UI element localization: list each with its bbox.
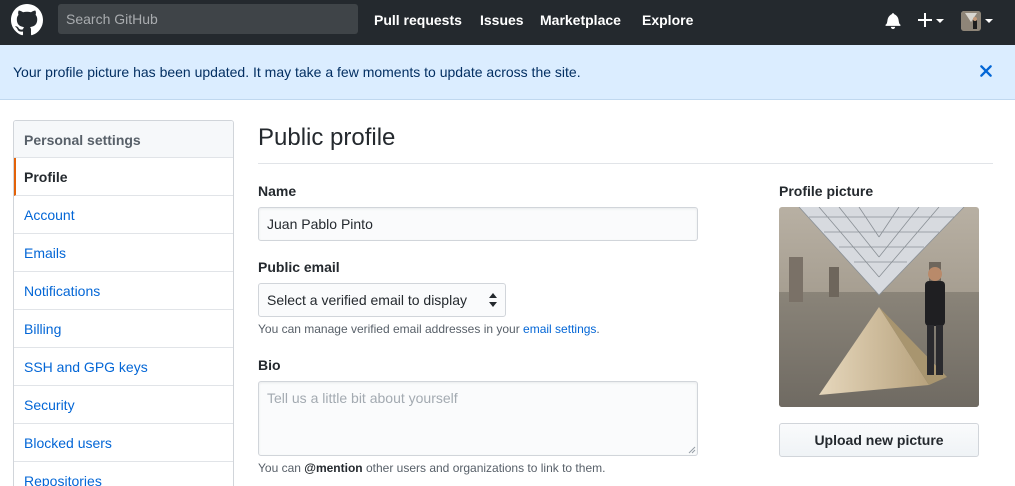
flash-message: Your profile picture has been updated. I… xyxy=(13,64,581,80)
name-field[interactable]: Juan Pablo Pinto xyxy=(258,207,698,241)
settings-sidebar: Personal settings Profile Account Emails… xyxy=(13,120,234,486)
public-email-select[interactable]: Select a verified email to display xyxy=(258,283,506,317)
select-arrows-icon xyxy=(489,293,497,307)
sidebar-item-emails[interactable]: Emails xyxy=(14,234,233,272)
bell-icon[interactable] xyxy=(885,12,901,29)
sidebar-item-security[interactable]: Security xyxy=(14,386,233,424)
sidebar-heading: Personal settings xyxy=(14,121,233,158)
github-logo-icon[interactable] xyxy=(11,4,43,36)
flash-notice: Your profile picture has been updated. I… xyxy=(0,45,1015,100)
public-email-label: Public email xyxy=(258,259,340,275)
sidebar-item-blocked-users[interactable]: Blocked users xyxy=(14,424,233,462)
resize-grip-icon[interactable] xyxy=(688,446,696,454)
nav-pull-requests[interactable]: Pull requests xyxy=(374,12,462,28)
bio-note: You can @mention other users and organiz… xyxy=(258,461,605,475)
upload-picture-button[interactable]: Upload new picture xyxy=(779,423,979,457)
bio-note-end: other users and organizations to link to… xyxy=(362,461,606,475)
public-email-note-text: You can manage verified email addresses … xyxy=(258,322,524,336)
sidebar-item-profile[interactable]: Profile xyxy=(14,158,233,196)
profile-picture xyxy=(779,207,979,407)
public-email-selected: Select a verified email to display xyxy=(267,292,467,308)
sidebar-item-ssh-gpg-keys[interactable]: SSH and GPG keys xyxy=(14,348,233,386)
search-input[interactable]: Search GitHub xyxy=(58,4,358,34)
public-email-note: You can manage verified email addresses … xyxy=(258,322,600,336)
mention-keyword: @mention xyxy=(304,461,363,475)
nav-issues[interactable]: Issues xyxy=(480,12,524,28)
nav-marketplace[interactable]: Marketplace xyxy=(540,12,621,28)
user-avatar[interactable] xyxy=(961,11,981,31)
nav-explore[interactable]: Explore xyxy=(642,12,693,28)
sidebar-item-notifications[interactable]: Notifications xyxy=(14,272,233,310)
title-divider xyxy=(258,163,993,164)
email-settings-link[interactable]: email settings xyxy=(523,322,596,336)
profile-photo-image xyxy=(779,207,979,407)
sidebar-item-repositories[interactable]: Repositories xyxy=(14,462,233,486)
close-icon[interactable] xyxy=(979,64,993,78)
profile-picture-label: Profile picture xyxy=(779,183,874,199)
public-email-note-end: . xyxy=(596,322,600,336)
user-menu-caret-icon[interactable] xyxy=(985,19,993,23)
bio-textarea[interactable]: Tell us a little bit about yourself xyxy=(258,381,698,456)
site-header: Search GitHub Pull requests Issues Marke… xyxy=(0,0,1015,45)
page-title: Public profile xyxy=(258,124,396,151)
name-label: Name xyxy=(258,183,297,199)
sidebar-item-account[interactable]: Account xyxy=(14,196,233,234)
plus-icon[interactable] xyxy=(918,13,932,27)
create-dropdown-caret-icon[interactable] xyxy=(936,19,944,23)
sidebar-item-billing[interactable]: Billing xyxy=(14,310,233,348)
bio-note-text: You can xyxy=(258,461,305,475)
bio-label: Bio xyxy=(258,357,281,373)
bio-placeholder: Tell us a little bit about yourself xyxy=(267,390,458,406)
